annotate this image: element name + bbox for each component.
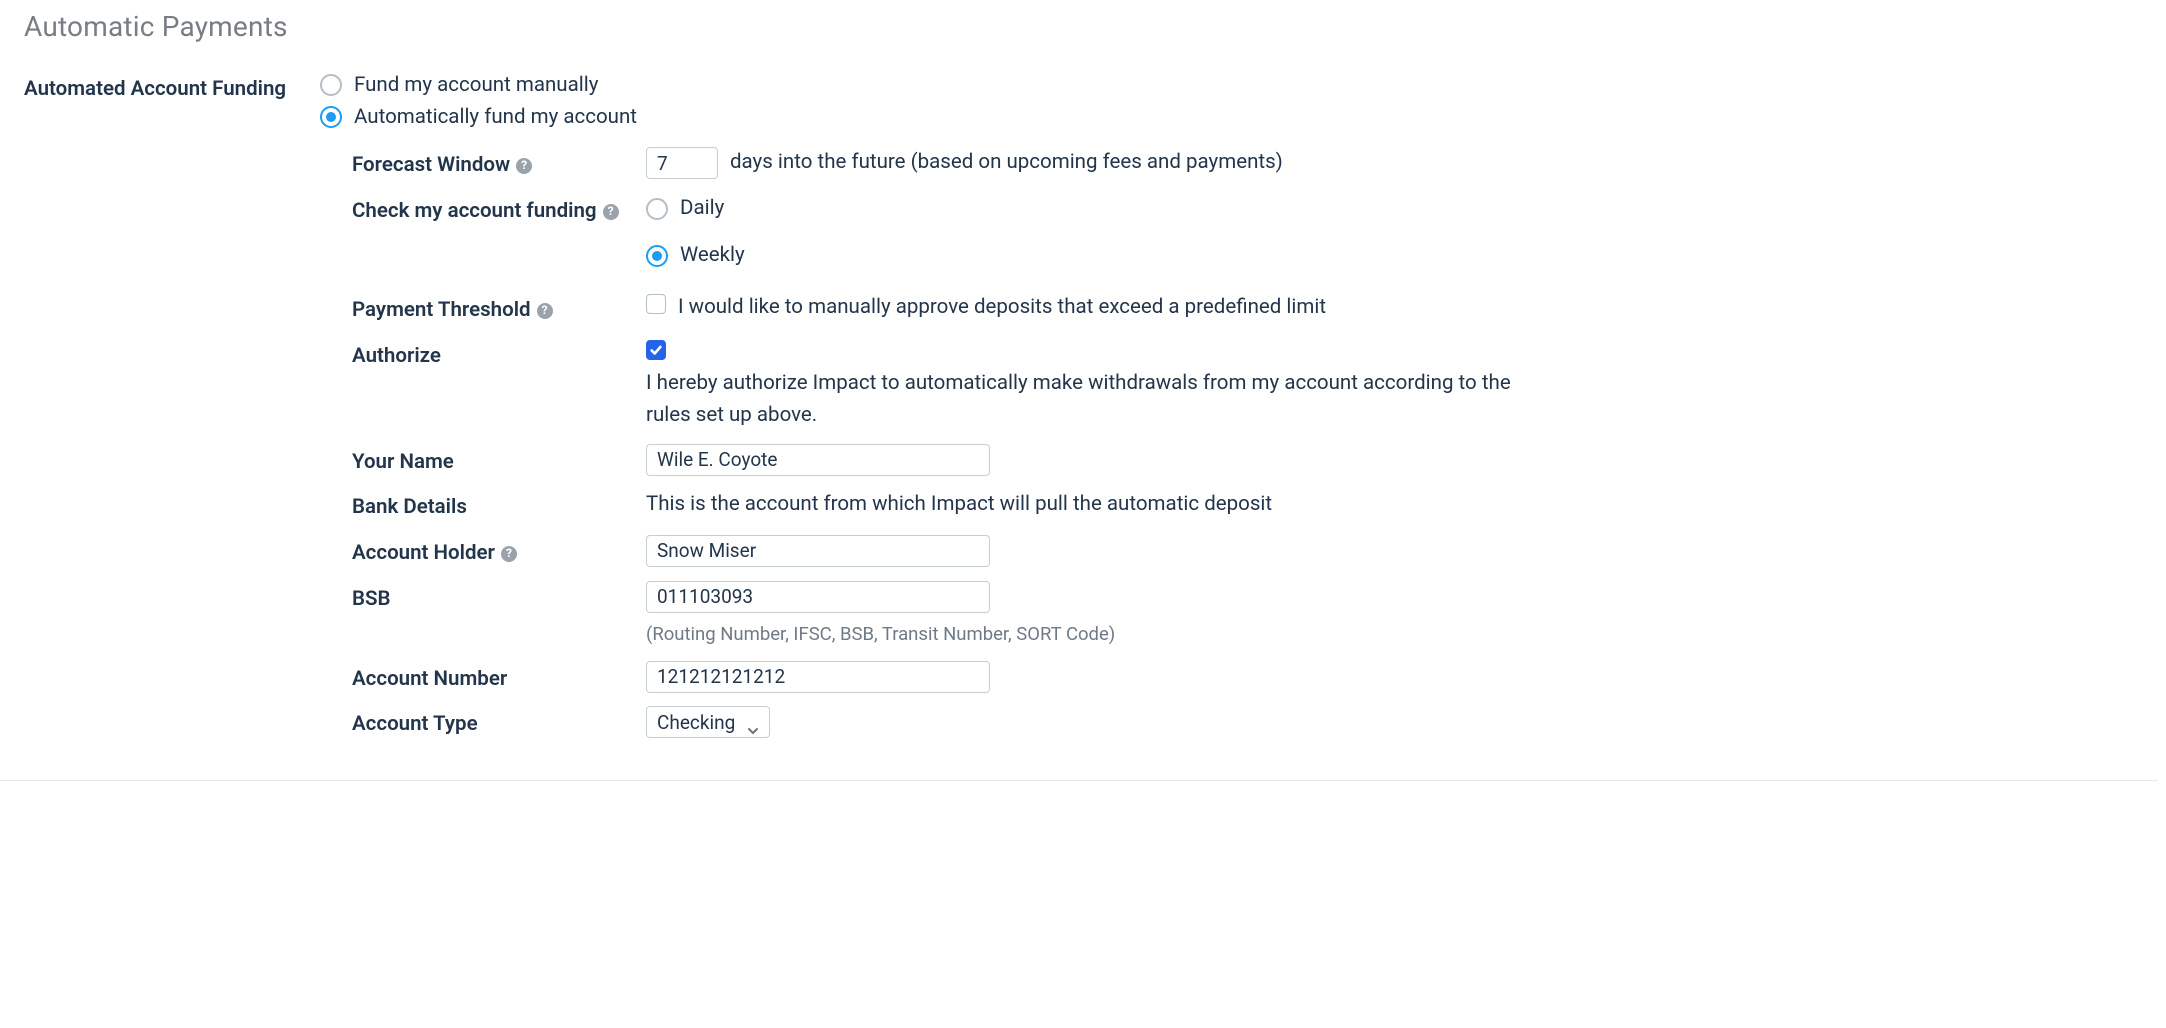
account-type-selected-value: Checking <box>657 708 735 737</box>
authorize-text: I hereby authorize Impact to automatical… <box>646 368 1546 432</box>
your-name-label-text: Your Name <box>352 448 454 478</box>
your-name-input[interactable] <box>646 444 990 476</box>
check-funding-row: Check my account funding Daily Weekly <box>352 193 2134 281</box>
account-holder-input[interactable] <box>646 535 990 567</box>
fund-auto-option[interactable]: Automatically fund my account <box>320 105 2134 129</box>
payment-threshold-checkbox[interactable] <box>646 294 666 314</box>
bsb-label-text: BSB <box>352 585 391 615</box>
forecast-window-content: days into the future (based on upcoming … <box>646 147 1546 179</box>
authorize-content: I hereby authorize Impact to automatical… <box>646 338 1546 432</box>
account-type-label-text: Account Type <box>352 710 478 740</box>
check-funding-label: Check my account funding <box>352 193 646 227</box>
bank-details-text: This is the account from which Impact wi… <box>646 489 1546 521</box>
payment-threshold-row: Payment Threshold I would like to manual… <box>352 292 2134 326</box>
your-name-content <box>646 444 1546 477</box>
check-funding-daily-label: Daily <box>680 193 724 225</box>
payment-threshold-content: I would like to manually approve deposit… <box>646 292 1546 324</box>
fund-manual-label: Fund my account manually <box>354 73 598 97</box>
help-icon[interactable] <box>516 158 532 174</box>
your-name-label: Your Name <box>352 444 646 478</box>
automatic-payments-section: Automatic Payments Automated Account Fun… <box>0 0 2158 781</box>
bsb-hint: (Routing Number, IFSC, BSB, Transit Numb… <box>646 620 1546 649</box>
check-funding-daily-radio[interactable] <box>646 198 668 220</box>
check-funding-weekly-radio[interactable] <box>646 245 668 267</box>
account-number-label: Account Number <box>352 661 646 695</box>
fund-manual-radio[interactable] <box>320 74 342 96</box>
account-holder-content <box>646 535 1546 568</box>
authorize-row: Authorize I hereby authorize Impact to a… <box>352 338 2134 432</box>
payment-threshold-checkbox-label: I would like to manually approve deposit… <box>678 292 1326 324</box>
account-number-content <box>646 661 1546 694</box>
bsb-row: BSB (Routing Number, IFSC, BSB, Transit … <box>352 581 2134 649</box>
check-funding-daily-option[interactable]: Daily <box>646 193 1546 225</box>
account-holder-row: Account Holder <box>352 535 2134 569</box>
your-name-row: Your Name <box>352 444 2134 478</box>
account-number-input[interactable] <box>646 661 990 693</box>
account-number-row: Account Number <box>352 661 2134 695</box>
automated-account-funding-row: Automated Account Funding Fund my accoun… <box>24 73 2134 740</box>
help-icon[interactable] <box>501 546 517 562</box>
account-holder-label-text: Account Holder <box>352 539 495 569</box>
forecast-window-input[interactable] <box>646 147 718 179</box>
authorize-label: Authorize <box>352 338 646 372</box>
bank-details-row: Bank Details This is the account from wh… <box>352 489 2134 523</box>
fund-auto-radio[interactable] <box>320 106 342 128</box>
account-holder-label: Account Holder <box>352 535 646 569</box>
account-type-content: Checking <box>646 706 1546 739</box>
section-title: Automatic Payments <box>24 10 2134 43</box>
auto-fund-settings: Forecast Window days into the future (ba… <box>352 147 2134 740</box>
fund-manual-option[interactable]: Fund my account manually <box>320 73 2134 97</box>
payment-threshold-label-text: Payment Threshold <box>352 296 531 326</box>
account-number-label-text: Account Number <box>352 665 507 695</box>
forecast-window-row: Forecast Window days into the future (ba… <box>352 147 2134 181</box>
funding-right-column: Fund my account manually Automatically f… <box>320 73 2134 740</box>
bsb-input[interactable] <box>646 581 990 613</box>
check-funding-weekly-option[interactable]: Weekly <box>646 240 1546 272</box>
automated-account-funding-label: Automated Account Funding <box>24 73 320 101</box>
account-type-row: Account Type Checking <box>352 706 2134 740</box>
payment-threshold-label: Payment Threshold <box>352 292 646 326</box>
account-type-label: Account Type <box>352 706 646 740</box>
help-icon[interactable] <box>537 303 553 319</box>
bsb-content: (Routing Number, IFSC, BSB, Transit Numb… <box>646 581 1546 649</box>
chevron-down-icon <box>747 716 759 728</box>
authorize-checkbox[interactable] <box>646 340 666 360</box>
account-type-select[interactable]: Checking <box>646 706 770 738</box>
check-funding-label-text: Check my account funding <box>352 197 597 227</box>
bsb-label: BSB <box>352 581 646 615</box>
authorize-label-text: Authorize <box>352 342 441 372</box>
forecast-window-label: Forecast Window <box>352 147 646 181</box>
forecast-window-label-text: Forecast Window <box>352 151 510 181</box>
forecast-window-suffix: days into the future (based on upcoming … <box>730 147 1283 179</box>
check-funding-weekly-label: Weekly <box>680 240 745 272</box>
help-icon[interactable] <box>603 204 619 220</box>
check-funding-content: Daily Weekly <box>646 193 1546 281</box>
bank-details-label-text: Bank Details <box>352 493 467 523</box>
bank-details-label: Bank Details <box>352 489 646 523</box>
fund-auto-label: Automatically fund my account <box>354 105 637 129</box>
